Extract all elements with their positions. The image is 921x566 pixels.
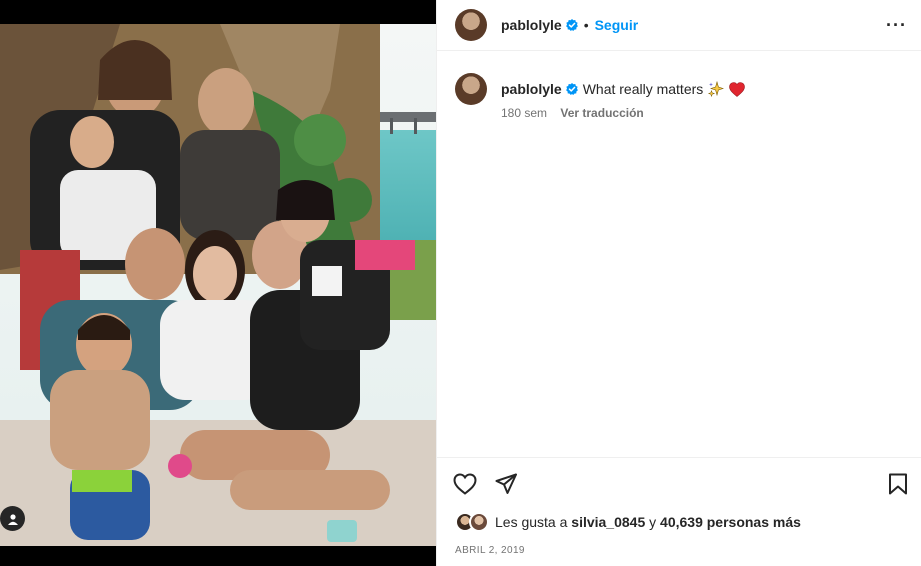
follow-button[interactable]: Seguir (595, 17, 639, 33)
post-side-panel: pablolyle • Seguir ··· pablolyle What re (436, 0, 921, 566)
likes-count[interactable]: 40,639 personas más (660, 514, 801, 530)
caption-avatar[interactable] (455, 73, 487, 105)
post-header: pablolyle • Seguir ··· (437, 0, 921, 51)
caption: pablolyle What really matters 180 sem Ve… (437, 51, 921, 120)
verified-badge-icon (565, 83, 578, 95)
likes-prefix: Les gusta a (495, 514, 572, 530)
person-tag-button[interactable] (0, 506, 25, 531)
liker-avatar[interactable] (469, 512, 489, 532)
action-bar (437, 457, 921, 509)
avatar[interactable] (455, 9, 487, 41)
username-link[interactable]: pablolyle (501, 17, 562, 33)
send-icon[interactable] (495, 473, 517, 495)
caption-text: What really matters (582, 81, 704, 97)
post-age: 180 sem (501, 106, 548, 120)
translate-link[interactable]: Ver traducción (560, 106, 643, 120)
red-heart-emoji (729, 81, 746, 97)
post-photo[interactable] (0, 0, 436, 566)
post-date[interactable]: ABRIL 2, 2019 (455, 545, 525, 556)
separator-dot: • (583, 17, 589, 33)
more-options-button[interactable]: ··· (886, 15, 907, 36)
likes-summary: Les gusta a silvia_0845 y 40,639 persona… (455, 512, 801, 532)
caption-username[interactable]: pablolyle (501, 80, 562, 98)
verified-badge-icon (565, 19, 578, 31)
bookmark-icon[interactable] (888, 473, 908, 495)
sparkles-emoji (708, 81, 725, 97)
liker-username[interactable]: silvia_0845 (571, 514, 645, 530)
heart-outline-icon[interactable] (453, 472, 477, 495)
likes-mid: y (645, 514, 661, 530)
person-tag-icon (7, 513, 18, 525)
family-photo (0, 0, 436, 566)
